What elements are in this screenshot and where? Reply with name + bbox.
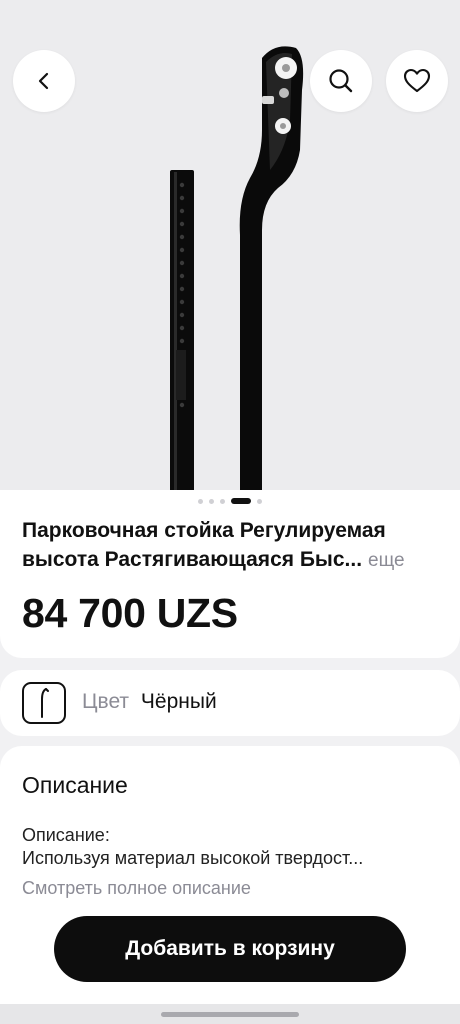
gallery-dot[interactable] — [209, 498, 214, 504]
description-card: Описание Описание: Используя материал вы… — [0, 746, 460, 1024]
home-indicator[interactable] — [161, 1012, 299, 1017]
gallery-pagination — [0, 497, 460, 505]
favorite-button[interactable] — [386, 50, 448, 112]
heart-icon — [403, 68, 431, 93]
description-preview: Используя материал высокой твердост... — [22, 848, 364, 868]
add-to-cart-button[interactable]: Добавить в корзину — [54, 916, 406, 982]
product-thumbnail-icon — [41, 688, 49, 718]
product-info-card: Парковочная стойка Регулируемая высота Р… — [0, 490, 460, 658]
product-title-line1: Парковочная стойка Регулируемая — [22, 519, 386, 542]
product-title: Парковочная стойка Регулируемая высота Р… — [22, 516, 442, 575]
gallery-dot[interactable] — [257, 498, 262, 504]
product-image-gallery[interactable] — [0, 0, 460, 520]
gallery-dot[interactable] — [220, 498, 225, 504]
color-swatch-thumbnail[interactable] — [22, 682, 66, 724]
gallery-dot[interactable] — [198, 498, 203, 504]
gallery-dot-active[interactable] — [231, 498, 251, 504]
scroll-fade — [0, 896, 460, 908]
back-button[interactable] — [13, 50, 75, 112]
color-option-card[interactable]: Цвет Чёрный — [0, 670, 460, 736]
search-button[interactable] — [310, 50, 372, 112]
color-value: Чёрный — [140, 690, 217, 713]
expand-title-link[interactable]: еще — [368, 546, 405, 575]
description-heading: Описание — [22, 772, 128, 798]
color-label: Цвет — [82, 690, 130, 713]
chevron-left-icon — [38, 72, 49, 90]
description-subheading: Описание: — [22, 825, 110, 845]
product-title-line2: высота Растягивающаяся Быс... — [22, 548, 363, 571]
product-price: 84 700 UZS — [22, 590, 238, 636]
search-icon — [329, 69, 353, 93]
